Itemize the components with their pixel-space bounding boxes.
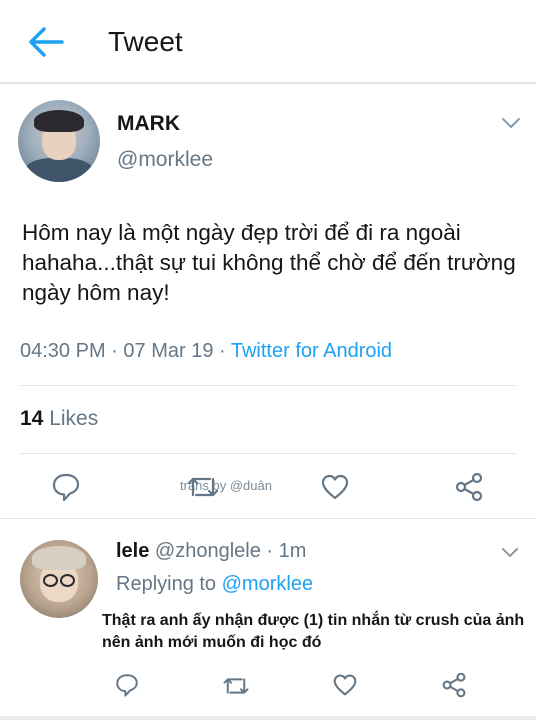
divider (0, 518, 536, 519)
likes-stat[interactable]: 14 Likes (20, 407, 98, 431)
replying-label: Replying to (116, 573, 217, 595)
tweet-meta: 04:30 PM · 07 Mar 19 · Twitter for Andro… (20, 340, 392, 363)
author-name[interactable]: MARK (117, 112, 180, 136)
top-bar: Tweet (0, 0, 536, 84)
author-avatar[interactable] (18, 100, 100, 182)
divider (20, 385, 516, 386)
meta-separator: · (260, 540, 279, 562)
meta-separator: · (105, 340, 124, 362)
back-button[interactable] (26, 24, 66, 60)
reply-button[interactable] (50, 471, 82, 503)
replying-to-mention[interactable]: @morklee (222, 573, 313, 595)
share-button[interactable] (454, 472, 484, 502)
reply-text: Thật ra anh ấy nhận được (1) tin nhắn từ… (102, 612, 525, 651)
reply-reply-button[interactable] (114, 672, 140, 698)
chevron-down-icon (502, 118, 520, 128)
tweet-time: 04:30 PM (20, 340, 106, 362)
page-title: Tweet (108, 26, 183, 57)
reply-bubble-icon (116, 674, 138, 697)
replying-to-line: Replying to @morklee (116, 573, 313, 596)
likes-label: Likes (49, 407, 99, 430)
share-icon (442, 672, 466, 698)
heart-icon (321, 474, 349, 500)
divider (20, 453, 516, 454)
reply-author-avatar[interactable] (20, 540, 98, 618)
meta-separator: · (213, 340, 231, 362)
reply-header: lele @zhonglele · 1m (116, 540, 306, 563)
tweet-menu-button[interactable] (500, 114, 522, 132)
heart-icon (333, 674, 357, 696)
back-arrow-icon (29, 27, 64, 57)
reply-author-name[interactable]: lele (116, 540, 149, 562)
bottom-divider (0, 716, 536, 720)
tweet-text: Hôm nay là một ngày đẹp trời để đi ra ng… (22, 220, 516, 305)
author-handle[interactable]: @morklee (117, 148, 213, 172)
chevron-down-icon (502, 548, 518, 557)
reply-share-button[interactable] (441, 672, 467, 698)
reply-menu-button[interactable] (500, 545, 520, 561)
reply-time: 1m (278, 540, 307, 562)
tweet-date: 07 Mar 19 (123, 340, 214, 362)
likes-count: 14 (20, 407, 44, 430)
like-button[interactable] (320, 473, 350, 501)
tweet-source-link[interactable]: Twitter for Android (231, 340, 392, 362)
retweet-icon (223, 678, 249, 694)
reply-retweet-button[interactable] (222, 674, 250, 698)
reply-bubble-icon (52, 473, 80, 502)
share-icon (455, 472, 483, 502)
reply-author-handle[interactable]: @zhonglele (155, 540, 261, 562)
reply-like-button[interactable] (332, 673, 358, 697)
watermark-text: trans by @duân (180, 478, 272, 493)
